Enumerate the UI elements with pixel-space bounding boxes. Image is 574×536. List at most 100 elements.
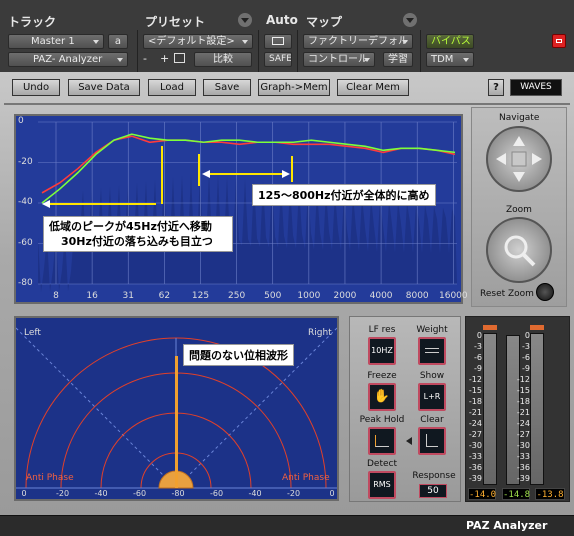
spectrum-display: 0 -20 -40 -60 -80 8 16 31 62 125 250 500 1000 2000 40… — [14, 114, 468, 304]
show-button[interactable]: L+R — [418, 383, 446, 411]
undo-button[interactable]: Undo — [12, 79, 60, 96]
safe-button[interactable]: SAFE — [264, 52, 292, 67]
meter-scale-label: -3 — [474, 342, 482, 351]
zoom-pad[interactable] — [486, 217, 552, 283]
factory-default-selector[interactable]: ファクトリーデフォル — [303, 34, 413, 49]
spectrum-graph — [38, 121, 457, 293]
tdm-selector[interactable]: TDM — [426, 52, 474, 67]
automation-button[interactable] — [264, 34, 292, 49]
x-tick-label: 16 — [86, 291, 98, 301]
preset-minus-button[interactable]: - — [143, 52, 147, 65]
phase-left-label: Left — [24, 328, 41, 338]
meter-scale-label: -27 — [468, 430, 482, 439]
detect-button[interactable]: RMS — [368, 471, 396, 499]
x-tick-label: 500 — [264, 291, 282, 301]
phase-scale-label: -20 — [55, 489, 70, 498]
meter-scale-label: -9 — [522, 364, 530, 373]
meter-scale-label: -24 — [516, 419, 530, 428]
waves-logo: WAVES — [510, 79, 562, 96]
meter-scale-label: -12 — [468, 375, 482, 384]
footer-title: PAZ Analyzer — [466, 519, 548, 532]
divider — [258, 30, 259, 72]
x-tick-label: 125 — [191, 291, 210, 301]
phase-scale-label: -20 — [286, 489, 301, 498]
lf-res-button[interactable]: 10HZ — [368, 337, 396, 365]
peak-hold-button[interactable] — [368, 427, 396, 455]
phase-scale-label: -60 — [132, 489, 147, 498]
close-plugin-button[interactable] — [552, 34, 566, 48]
meter-scale-label: -39 — [516, 474, 530, 483]
preset-selector[interactable]: <デフォルト設定> — [143, 34, 253, 49]
help-button[interactable]: ? — [488, 79, 504, 96]
reset-zoom-button[interactable] — [536, 283, 554, 301]
bypass-button[interactable]: バイパス — [426, 34, 474, 49]
track-label: トラック — [8, 15, 57, 29]
graph-to-mem-button[interactable]: Graph->Mem — [258, 79, 330, 96]
x-tick-label: 62 — [158, 291, 171, 301]
y-tick-label: -60 — [18, 237, 33, 248]
freeze-button[interactable]: ✋ — [368, 383, 396, 411]
control-selector[interactable]: コントロール — [303, 52, 375, 67]
left-peak-indicator — [483, 325, 497, 330]
right-peak-indicator — [530, 325, 544, 330]
arrow-left-icon — [406, 437, 412, 445]
meter-scale-label: -15 — [516, 386, 530, 395]
right-meter — [530, 333, 544, 485]
map-menu-arrow-icon[interactable] — [403, 13, 417, 27]
response-label: Response — [412, 471, 456, 481]
clear-mem-button[interactable]: Clear Mem — [337, 79, 409, 96]
phase-scale-label: -80 — [171, 489, 185, 498]
track-channel-selector[interactable]: a — [108, 34, 128, 49]
phase-right-label: Right — [308, 328, 332, 338]
meter-scale-label: -36 — [516, 463, 530, 472]
lf-res-label: LF res — [368, 325, 396, 335]
insert-selector[interactable]: PAZ- Analyzer — [8, 52, 128, 67]
magnifier-icon — [504, 235, 536, 267]
meter-scale-label: -21 — [468, 408, 482, 417]
copy-icon[interactable] — [174, 53, 185, 63]
y-tick-label: 0 — [18, 116, 24, 126]
arrow-left-icon — [202, 170, 210, 178]
annotation-peak-line-2: 30Hz付近の落ち込みも目立つ — [61, 235, 213, 248]
save-data-button[interactable]: Save Data — [68, 79, 140, 96]
divider — [4, 103, 570, 105]
compare-button[interactable]: 比較 — [194, 52, 252, 67]
x-tick-label: 1000 — [297, 291, 321, 301]
reset-zoom-label: Reset Zoom — [480, 289, 534, 299]
x-tick-label: 8000 — [405, 291, 429, 301]
x-tick-label: 2000 — [333, 291, 357, 301]
detect-label: Detect — [366, 459, 397, 469]
phase-scale-label: 0 — [329, 489, 335, 498]
annotation-peak-note: 低域のピークが45Hz付近へ移動 30Hz付近の落ち込みも目立つ — [43, 216, 233, 252]
learn-button[interactable]: 学習 — [383, 52, 413, 67]
preset-label: プリセット — [145, 15, 206, 29]
annotation-peak-line-1: 低域のピークが45Hz付近へ移動 — [49, 220, 212, 233]
meter-scale-label: -21 — [516, 408, 530, 417]
meter-scale-label: -24 — [468, 419, 482, 428]
phase-scale-label: 0 — [21, 489, 27, 498]
preset-menu-arrow-icon[interactable] — [238, 13, 252, 27]
save-button[interactable]: Save — [203, 79, 251, 96]
meter-scale-label: -30 — [516, 441, 530, 450]
meter-scale-label: -39 — [468, 474, 482, 483]
meter-panel: 0 -3 -6 -9 -12 -15 -18 -21 -24 -27 -30 -33 -36 -39 0 -… — [465, 316, 570, 502]
load-button[interactable]: Load — [148, 79, 196, 96]
automation-icon — [272, 37, 284, 45]
track-selector[interactable]: Master 1 — [8, 34, 104, 49]
y-tick-label: -80 — [18, 278, 33, 288]
response-field[interactable]: 50 — [419, 484, 447, 498]
meter-scale-label: -3 — [522, 342, 530, 351]
clear-button[interactable] — [418, 427, 446, 455]
navigate-pad[interactable] — [486, 126, 552, 192]
meter-scale-label: -18 — [516, 397, 530, 406]
hand-icon: ✋ — [373, 389, 391, 404]
x-tick-label: 31 — [122, 291, 134, 301]
y-tick-label: -20 — [18, 156, 33, 167]
right-meter-value: -13.8 — [535, 488, 565, 500]
meter-scale-label: -6 — [474, 353, 482, 362]
annotation-phase-note: 問題のない位相波形 — [183, 344, 294, 366]
weight-button[interactable] — [418, 337, 446, 365]
meter-scale-label: -6 — [522, 353, 530, 362]
meter-scale-label: -18 — [468, 397, 482, 406]
preset-plus-button[interactable]: + — [160, 52, 169, 65]
